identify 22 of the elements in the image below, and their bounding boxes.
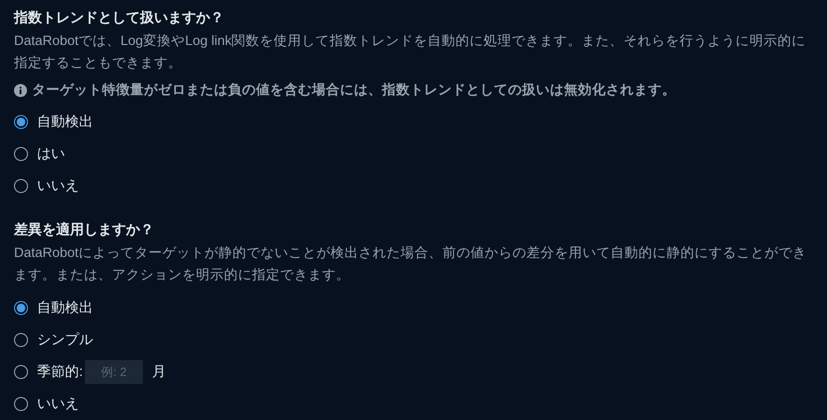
radio-button[interactable] [14,115,28,129]
radio-button[interactable] [14,333,28,347]
option-label[interactable]: はい [37,145,65,163]
option-label[interactable]: 自動検出 [37,299,93,317]
option-label[interactable]: シンプル [37,331,93,349]
warning-note: ターゲット特徴量がゼロまたは負の値を含む場合には、指数トレンドとしての扱いは無効化されます。 [32,81,676,99]
input-field[interactable]: 例: 2 [84,360,143,384]
section-description: DataRobotによってターゲットが静的でないことが検出された場合、前の値からの差分を用いて自動的に静的にすることができます。または、アクションを明示的に指定できます。 [14,244,808,284]
option-label[interactable]: いいえ [37,177,79,195]
radio-button[interactable] [14,147,28,161]
unit-label: 月 [152,363,166,381]
section-title: 差異を適用しますか？ [14,220,155,239]
option-label[interactable]: いいえ [37,395,79,413]
radio-button[interactable] [14,179,28,193]
info-icon [14,84,27,96]
option-label[interactable]: 季節的: [37,363,83,381]
radio-button[interactable] [14,397,28,411]
radio-button[interactable] [14,301,28,315]
radio-button[interactable] [14,365,28,379]
section-description: DataRobotでは、Log変換やLog link関数を使用して指数トレンドを自動的に処理できます。また、それらを行うように明示的に指定することもできます。 [14,32,807,72]
option-label[interactable]: 自動検出 [37,113,93,131]
section-title: 指数トレンドとして扱いますか？ [14,8,225,27]
